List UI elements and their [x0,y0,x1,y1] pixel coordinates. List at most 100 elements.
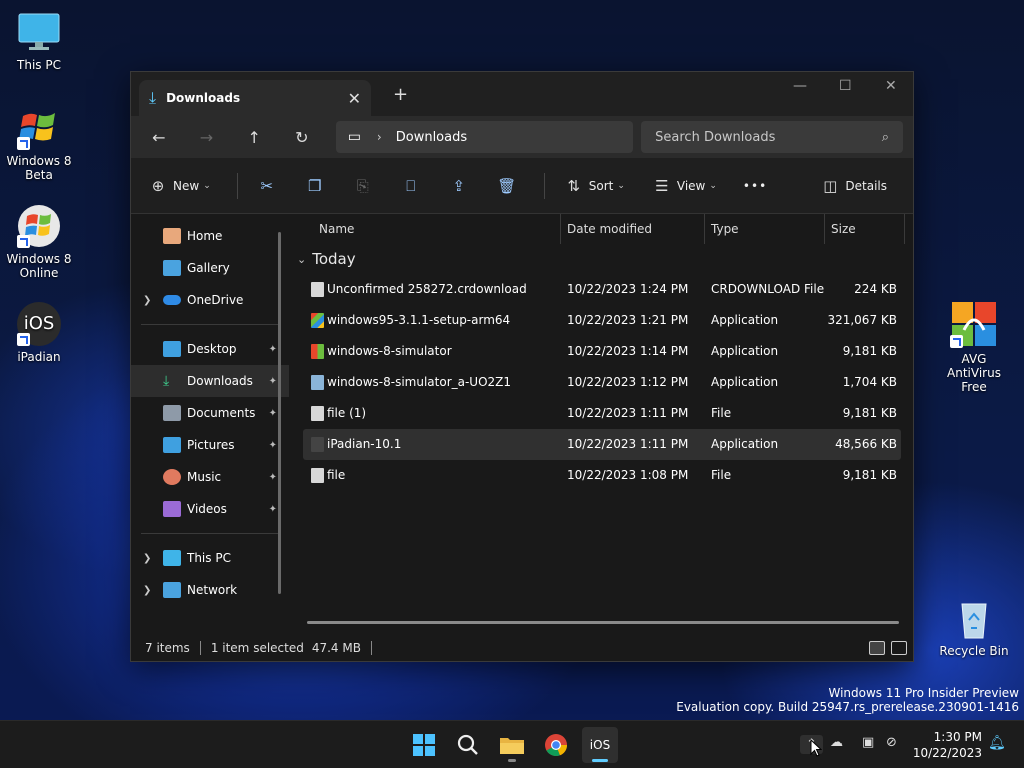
file-type: Application [711,313,779,327]
maximize-button[interactable]: ☐ [839,78,852,94]
home-icon [163,228,181,244]
onedrive-cloud-icon[interactable]: ☁︎ [830,735,843,750]
chevron-down-icon: ⌄ [203,180,211,191]
chevron-down-icon: ⌄ [617,180,625,191]
horizontal-scrollbar[interactable] [307,621,899,624]
minimize-button[interactable]: — [793,78,807,94]
pin-icon[interactable]: ✦ [269,376,277,387]
table-row[interactable]: file (1) 10/22/2023 1:11 PM File 9,181 K… [303,398,901,429]
column-header: Name Date modified Type Size [289,214,913,244]
network-monitor-icon[interactable]: ▣ [862,735,874,750]
address-field[interactable]: ▭ › Downloads [335,121,634,153]
desktop-icon-windows-8-beta[interactable]: Windows 8 Beta [0,106,78,182]
navigation-pane: Home Gallery ❯ OneDrive Desktop ✦ ⤓ Down… [131,214,289,634]
table-row[interactable]: Unconfirmed 258272.crdownload 10/22/2023… [303,274,901,305]
table-row[interactable]: windows-8-simulator 10/22/2023 1:14 PM A… [303,336,901,367]
search-button[interactable] [450,727,486,763]
selection-count: 1 item selected [210,641,304,655]
sidebar-item-documents[interactable]: Documents ✦ [131,397,289,429]
sidebar-item-this-pc[interactable]: ❯ This PC [131,542,289,574]
search-input[interactable]: Search Downloads ⌕ [641,121,903,153]
refresh-icon[interactable]: ↻ [284,128,320,147]
start-button[interactable] [406,727,442,763]
file-date: 10/22/2023 1:14 PM [567,344,689,358]
table-row[interactable]: windows-8-simulator_a-UO2Z1 10/22/2023 1… [303,367,901,398]
chevron-right-icon[interactable]: ❯ [143,295,151,306]
chevron-right-icon[interactable]: ❯ [143,585,151,596]
sidebar-item-pictures[interactable]: Pictures ✦ [131,429,289,461]
desktop-icon-windows-8-online[interactable]: Windows 8 Online [0,204,78,280]
windows-logo-icon [17,106,61,150]
sidebar-item-label: Network [187,583,238,597]
ipadian-taskbar-button[interactable]: iOS [582,727,618,763]
notification-bell-icon[interactable]: 🔔︎ [988,735,1006,751]
desktop-icon-ipadian[interactable]: iOS iPadian [0,302,78,364]
delete-button[interactable]: 🗑︎ [496,175,518,197]
pin-icon[interactable]: ✦ [269,408,277,419]
sidebar-item-network[interactable]: ❯ Network [131,574,289,606]
paste-button[interactable]: ⎘ [352,175,374,197]
column-type[interactable]: Type [705,214,825,244]
tab-title: Downloads [166,91,241,105]
chrome-icon [545,734,568,757]
up-arrow-icon[interactable]: ↑ [236,128,272,147]
column-label: Date modified [567,222,653,236]
group-header-today[interactable]: ⌄ Today [289,244,913,274]
tab-downloads[interactable]: ⤓ Downloads ✕ [139,80,371,116]
file-date: 10/22/2023 1:11 PM [567,437,689,451]
forward-arrow-icon[interactable]: → [189,128,225,147]
column-name[interactable]: Name [313,214,561,244]
view-button[interactable]: ☰ View ⌄ [651,175,717,197]
close-tab-icon[interactable]: ✕ [348,89,361,108]
sidebar-item-desktop[interactable]: Desktop ✦ [131,333,289,365]
close-button[interactable]: ✕ [885,78,897,94]
volume-muted-icon[interactable]: ⊘ [886,735,897,750]
column-label: Name [319,222,355,236]
shortcut-arrow-icon [950,335,963,348]
sidebar-item-home[interactable]: Home [131,220,289,252]
pin-icon[interactable]: ✦ [269,344,277,355]
more-options-button[interactable]: ••• [743,179,767,193]
back-arrow-icon[interactable]: ← [141,128,177,147]
system-clock[interactable]: 1:30 PM 10/22/2023 [904,729,982,761]
sidebar-divider [141,533,279,534]
copy-button[interactable]: ❐ [304,175,326,197]
column-date-modified[interactable]: Date modified [561,214,705,244]
details-button[interactable]: ◫ Details [819,175,887,197]
rename-button[interactable]: ⎕ [400,175,422,197]
pin-icon[interactable]: ✦ [269,440,277,451]
new-button[interactable]: ⊕ New ⌄ [147,175,211,197]
chevron-right-icon[interactable]: ❯ [143,553,151,564]
sort-button[interactable]: ⇅ Sort ⌄ [563,175,625,197]
chevron-down-icon: ⌄ [709,180,717,191]
new-tab-button[interactable]: + [393,84,408,105]
share-button[interactable]: ⇪ [448,175,470,197]
pin-icon[interactable]: ✦ [269,504,277,515]
cut-button[interactable]: ✂ [256,175,278,197]
sidebar-item-music[interactable]: Music ✦ [131,461,289,493]
evaluation-watermark: Windows 11 Pro Insider Preview Evaluatio… [676,686,1019,714]
share-icon: ⇪ [452,176,466,195]
shortcut-arrow-icon [17,235,30,248]
group-label: Today [312,250,356,268]
sidebar-item-downloads[interactable]: ⤓ Downloads ✦ [131,365,289,397]
file-name: iPadian-10.1 [327,437,402,451]
sidebar-scrollbar[interactable] [278,232,281,594]
sidebar-item-videos[interactable]: Videos ✦ [131,493,289,525]
table-row[interactable]: windows95-3.1.1-setup-arm64 10/22/2023 1… [303,305,901,336]
pin-icon[interactable]: ✦ [269,472,277,483]
table-row[interactable]: file 10/22/2023 1:08 PM File 9,181 KB [303,460,901,491]
chrome-taskbar-button[interactable] [538,727,574,763]
sidebar-item-onedrive[interactable]: ❯ OneDrive [131,284,289,316]
mouse-cursor-icon [810,739,822,757]
sidebar-divider [141,324,279,325]
desktop-icon-this-pc[interactable]: This PC [0,10,78,72]
tiles-view-icon[interactable] [891,641,907,655]
desktop-icon-avg-antivirus[interactable]: AVG AntiVirus Free [935,300,1013,394]
table-row[interactable]: iPadian-10.1 10/22/2023 1:11 PM Applicat… [303,429,901,460]
column-size[interactable]: Size [825,214,905,244]
file-explorer-taskbar-button[interactable] [494,727,530,763]
desktop-icon-recycle-bin[interactable]: Recycle Bin [935,596,1013,658]
sidebar-item-gallery[interactable]: Gallery [131,252,289,284]
details-view-icon[interactable] [869,641,885,655]
